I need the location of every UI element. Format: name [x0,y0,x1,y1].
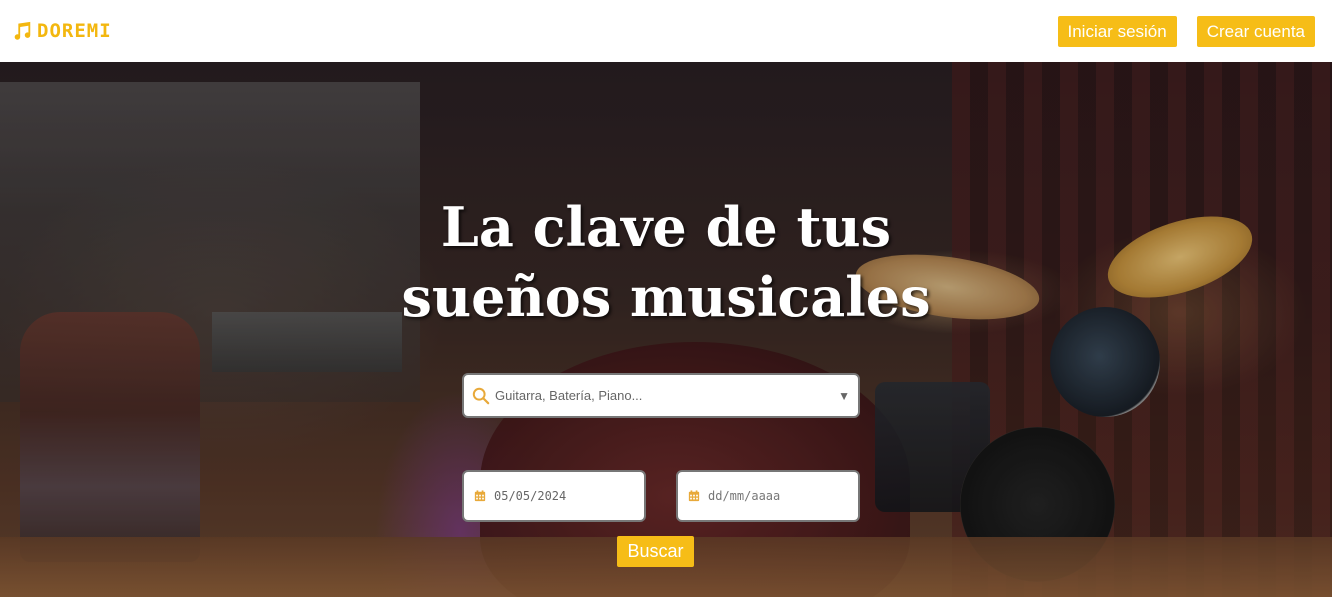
top-navbar: DOREMI Iniciar sesión Crear cuenta [0,0,1332,62]
end-date-input[interactable] [708,489,848,503]
start-date-field[interactable] [462,470,646,522]
end-date-field[interactable] [676,470,860,522]
brand-logo[interactable]: DOREMI [11,20,112,42]
search-submit-button[interactable]: Buscar [617,536,694,567]
instrument-search-input[interactable] [495,388,839,403]
music-note-icon [14,21,31,40]
login-button[interactable]: Iniciar sesión [1057,15,1177,47]
header-actions: Iniciar sesión Crear cuenta [1057,15,1315,47]
signup-button[interactable]: Crear cuenta [1196,15,1315,47]
hero-banner: La clave de tus sueños musicales ▼ [0,62,1332,597]
search-icon [472,387,490,404]
instrument-search-field[interactable]: ▼ [462,373,860,418]
hero-title-line-2: sueños musicales [401,265,931,329]
calendar-icon [474,490,486,502]
brand-name: DOREMI [37,20,112,42]
calendar-icon [688,490,700,502]
hero-title-line-1: La clave de tus [440,195,892,259]
chevron-down-icon[interactable]: ▼ [838,389,850,403]
start-date-input[interactable] [494,489,634,503]
hero-title: La clave de tus sueños musicales [0,192,1332,332]
